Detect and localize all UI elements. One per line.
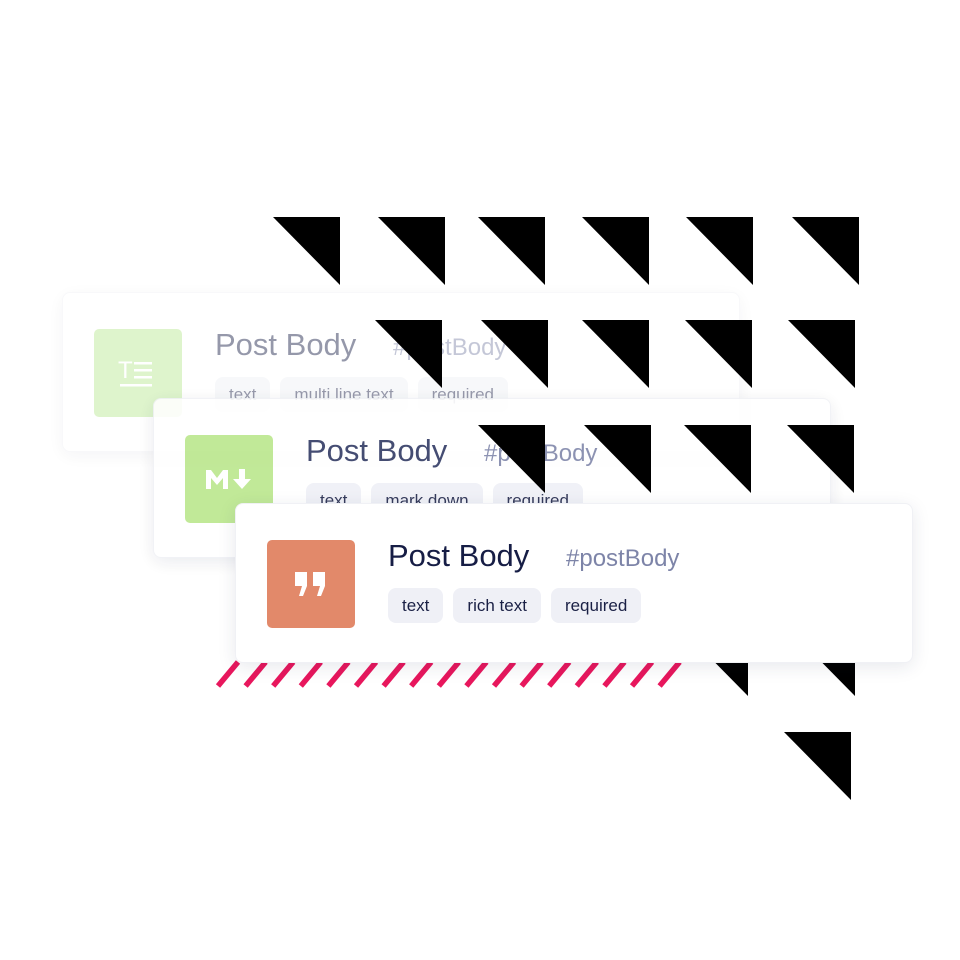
tag: required xyxy=(550,588,642,623)
stripe xyxy=(464,660,489,688)
tag: rich text xyxy=(453,588,541,623)
stripe xyxy=(491,660,517,688)
field-api-id: #postBody xyxy=(566,545,680,572)
stripe xyxy=(602,660,627,688)
stripe xyxy=(381,660,406,688)
stripe xyxy=(629,660,655,688)
stripe xyxy=(519,660,544,688)
field-card-richtext[interactable]: Post Body #postBody text rich text requi… xyxy=(235,503,913,663)
stripe xyxy=(436,660,461,688)
stripe xyxy=(353,660,379,688)
field-title: Post Body xyxy=(388,538,530,573)
stripe xyxy=(409,660,434,688)
quote-icon xyxy=(267,540,355,628)
stripe xyxy=(657,660,682,688)
stripe xyxy=(298,660,323,688)
stripe xyxy=(326,660,351,688)
tag: text xyxy=(388,588,444,623)
stripe xyxy=(215,660,241,688)
stripe xyxy=(574,660,599,688)
stripe xyxy=(243,660,268,688)
stripe xyxy=(547,660,572,688)
stripe-pattern xyxy=(215,660,682,688)
stripe xyxy=(271,660,296,688)
